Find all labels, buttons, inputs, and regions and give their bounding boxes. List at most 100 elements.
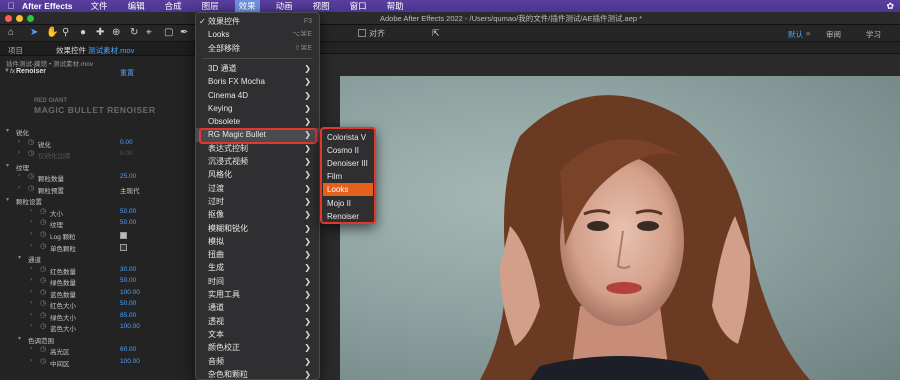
effects-menu-item[interactable]: 实用工具 ❯	[196, 288, 319, 301]
disclosure-triangle-icon[interactable]: ›	[18, 139, 20, 145]
menu-view[interactable]: 视图	[309, 0, 334, 12]
disclosure-triangle-icon[interactable]: ▾	[18, 335, 21, 342]
close-window-button[interactable]	[5, 15, 12, 22]
param-dropdown[interactable]: 主现代	[120, 185, 140, 195]
menu-composition[interactable]: 合成	[161, 0, 186, 12]
home-icon[interactable]: ⌂	[8, 27, 14, 38]
stopwatch-icon[interactable]: ◷	[40, 311, 46, 319]
param-value[interactable]: 50.00	[120, 208, 136, 215]
param-value[interactable]: 50.00	[120, 219, 136, 226]
disclosure-triangle-icon[interactable]: ›	[30, 323, 32, 329]
disclosure-triangle-icon[interactable]: ›	[30, 266, 32, 272]
effect-header-row[interactable]: ▼ fx Renoiser 重置	[0, 67, 199, 78]
param-value[interactable]: 100.00	[120, 323, 140, 330]
effects-menu-item[interactable]: 文本 ❯	[196, 328, 319, 341]
stopwatch-icon[interactable]: ◷	[40, 242, 46, 250]
zoom-window-button[interactable]	[27, 15, 34, 22]
param-row[interactable]: › ◷ 绿色数量 50.00	[0, 276, 199, 287]
disclosure-triangle-icon[interactable]: ›	[30, 243, 32, 249]
param-row[interactable]: ▾ 色调范围	[0, 334, 199, 345]
effects-menu-item[interactable]: 时间 ❯	[196, 275, 319, 288]
effects-menu-item[interactable]: 过渡 ❯	[196, 182, 319, 195]
stopwatch-icon[interactable]: ◷	[40, 345, 46, 353]
disclosure-triangle-icon[interactable]: ›	[30, 277, 32, 283]
param-row[interactable]: › ◷ 蓝色大小 100.00	[0, 322, 199, 333]
effects-menu-item[interactable]: 抠像 ❯	[196, 208, 319, 221]
menu-layer[interactable]: 图层	[198, 0, 223, 12]
zoom-tool-icon[interactable]: ⚲	[62, 27, 69, 38]
param-row[interactable]: › ◷ 颗粒预置 主现代	[0, 184, 199, 195]
param-value[interactable]: 25.00	[120, 173, 136, 180]
tab-effect-controls[interactable]: 效果控件 测试素材.mov	[56, 45, 134, 56]
creative-cloud-icon[interactable]: ✿	[886, 1, 894, 12]
param-checkbox[interactable]	[120, 243, 127, 251]
param-row[interactable]: › ◷ 中间区 100.00	[0, 357, 199, 368]
param-checkbox[interactable]	[120, 231, 127, 239]
param-row[interactable]: › ◷ 仅锐化边缘 0.00	[0, 149, 199, 160]
stopwatch-icon[interactable]: ◷	[40, 265, 46, 273]
param-value[interactable]: 50.00	[120, 300, 136, 307]
param-row[interactable]: › ◷ 颗粒数量 25.00	[0, 172, 199, 183]
disclosure-triangle-icon[interactable]: ›	[30, 300, 32, 306]
effects-menu-item[interactable]: Keying ❯	[196, 102, 319, 115]
menu-edit[interactable]: 编辑	[124, 0, 149, 12]
stopwatch-icon[interactable]: ◷	[40, 288, 46, 296]
effects-menu-item[interactable]: 杂色和颗粒 ❯	[196, 368, 319, 379]
effects-menu-item[interactable]: 颜色校正 ❯	[196, 341, 319, 354]
fx-icon[interactable]: fx	[10, 68, 15, 75]
pan-behind-icon[interactable]: ✚	[96, 27, 104, 38]
disclosure-triangle-icon[interactable]: ▾	[6, 127, 9, 134]
effects-menu-item[interactable]: Looks ⌥⌘E	[196, 28, 319, 41]
stopwatch-icon[interactable]: ◷	[28, 138, 34, 146]
effects-menu-item[interactable]: 风格化 ❯	[196, 168, 319, 181]
expand-icon[interactable]: ⇱	[432, 28, 440, 39]
param-row[interactable]: › ◷ 大小 50.00	[0, 207, 199, 218]
param-row[interactable]: › ◷ 锐化 0.00	[0, 138, 199, 149]
menu-file[interactable]: 文件	[87, 0, 112, 12]
reset-link[interactable]: 重置	[120, 68, 134, 78]
disclosure-triangle-icon[interactable]: ›	[30, 358, 32, 364]
disclosure-triangle-icon[interactable]: ▾	[6, 162, 9, 169]
param-row[interactable]: ▾ 通道	[0, 253, 199, 264]
stopwatch-icon[interactable]: ◷	[40, 357, 46, 365]
effects-menu-item[interactable]: 通道 ❯	[196, 301, 319, 314]
selection-tool-icon[interactable]: ➤	[30, 27, 38, 38]
stopwatch-icon[interactable]: ◷	[40, 230, 46, 238]
effects-menu-item[interactable]: Boris FX Mocha ❯	[196, 75, 319, 88]
minimize-window-button[interactable]	[16, 15, 23, 22]
disclosure-triangle-icon[interactable]: ▾	[18, 254, 21, 261]
param-value[interactable]: 100.00	[120, 358, 140, 365]
disclosure-triangle-icon[interactable]: ›	[18, 185, 20, 191]
effects-menu-item[interactable]: 扭曲 ❯	[196, 248, 319, 261]
anchor-tool-icon[interactable]: ⌖	[146, 27, 152, 38]
disclosure-triangle-icon[interactable]: ▾	[6, 196, 9, 203]
dolly-icon[interactable]: ⊕	[112, 27, 120, 38]
param-row[interactable]: › ◷ 纹理 50.00	[0, 218, 199, 229]
tab-project[interactable]: 项目	[8, 45, 23, 56]
param-value[interactable]: 0.00	[120, 150, 133, 157]
effects-menu-item[interactable]: 3D 通道 ❯	[196, 62, 319, 75]
disclosure-triangle-icon[interactable]: ›	[18, 150, 20, 156]
param-row[interactable]: › ◷ Log 颗粒	[0, 230, 199, 241]
param-value[interactable]: 85.00	[120, 312, 136, 319]
stopwatch-icon[interactable]: ◷	[40, 299, 46, 307]
effects-menu-item[interactable]: 过时 ❯	[196, 195, 319, 208]
effects-menu-item[interactable]: 模糊和锐化 ❯	[196, 222, 319, 235]
disclosure-triangle-icon[interactable]: ›	[30, 346, 32, 352]
stopwatch-icon[interactable]: ◷	[40, 218, 46, 226]
param-value[interactable]: 50.00	[120, 277, 136, 284]
effects-menu-item[interactable]: 模拟 ❯	[196, 235, 319, 248]
rectangle-tool-icon[interactable]: ▢	[164, 27, 173, 38]
menu-help[interactable]: 帮助	[383, 0, 408, 12]
snap-toggle[interactable]: 对齐	[358, 28, 385, 39]
param-row[interactable]: ▾ 纹理	[0, 161, 199, 172]
app-name[interactable]: After Effects	[22, 1, 73, 11]
param-row[interactable]: › ◷ 蓝色数量 100.00	[0, 288, 199, 299]
disclosure-triangle-icon[interactable]: ›	[30, 208, 32, 214]
param-row[interactable]: ▾ 颗粒设置	[0, 195, 199, 206]
disclosure-triangle-icon[interactable]: ›	[30, 289, 32, 295]
disclosure-triangle-icon[interactable]: ›	[18, 173, 20, 179]
param-row[interactable]: › ◷ 红色大小 50.00	[0, 299, 199, 310]
stopwatch-icon[interactable]: ◷	[28, 149, 34, 157]
effects-menu-item[interactable]: 生成 ❯	[196, 261, 319, 274]
